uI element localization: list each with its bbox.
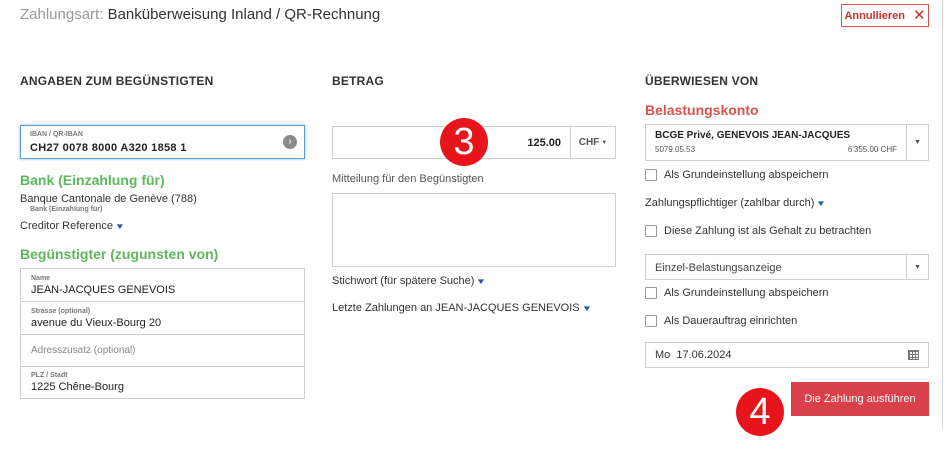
salary-label: Diese Zahlung ist als Gehalt zu betracht…: [664, 225, 872, 237]
debit-account-heading: Belastungskonto: [645, 102, 759, 118]
street-field[interactable]: Strasse (optional) avenue du Vieux-Bourg…: [21, 302, 304, 335]
caret-down-icon[interactable]: ▼: [906, 125, 928, 160]
salary-checkbox[interactable]: Diese Zahlung ist als Gehalt zu betracht…: [645, 225, 871, 237]
bank-heading: Bank (Einzahlung für): [20, 172, 165, 188]
save-default-checkbox-2[interactable]: Als Grundeinstellung abspeichern: [645, 287, 829, 299]
chevron-down-icon: ▼: [816, 199, 827, 208]
calendar-icon[interactable]: [908, 350, 919, 360]
last-payments-label: Letzte Zahlungen an JEAN-JACQUES GENEVOI…: [332, 302, 580, 314]
close-icon: ✕: [912, 7, 926, 24]
chevron-down-icon: ▼: [476, 277, 487, 286]
caret-down-icon: ▼: [601, 139, 608, 146]
payment-type-value: Banküberweisung Inland / QR-Rechnung: [107, 6, 381, 23]
step-marker-4: 4: [736, 388, 784, 436]
arrow-right-icon[interactable]: ›: [283, 135, 297, 149]
creditor-reference-label: Creditor Reference: [20, 220, 113, 232]
payer-toggle[interactable]: Zahlungspflichtiger (zahlbar durch) ▼: [645, 197, 827, 209]
keyword-toggle[interactable]: Stichwort (für spätere Suche) ▼: [332, 275, 487, 287]
scrollbar-edge: [942, 0, 943, 430]
page-title: Zahlungsart: Banküberweisung Inland / QR…: [20, 6, 380, 23]
account-balance: 6'355.00 CHF: [847, 145, 897, 154]
bank-name: Banque Cantonale de Genève (788): [20, 193, 197, 205]
standing-order-label: Als Dauerauftrag einrichten: [664, 315, 798, 327]
last-payments-toggle[interactable]: Letzte Zahlungen an JEAN-JACQUES GENEVOI…: [332, 302, 592, 314]
account-name: BCGE Privé, GENEVOIS JEAN-JACQUES: [655, 130, 851, 141]
currency-value: CHF: [578, 137, 600, 148]
message-textarea[interactable]: [332, 193, 616, 267]
execution-date-input[interactable]: Mo 17.06.2024: [645, 342, 929, 368]
date-value: Mo 17.06.2024: [655, 349, 732, 361]
chevron-down-icon: ▼: [581, 304, 592, 313]
zip-value: 1225 Chêne-Bourg: [31, 381, 124, 393]
name-label: Name: [31, 275, 51, 282]
amount-section-title: BETRAG: [332, 74, 384, 88]
iban-value: CH27 0078 8000 A320 1858 1: [30, 142, 187, 154]
cancel-button[interactable]: Annullieren ✕: [841, 4, 929, 27]
address-extra-placeholder: Adresszusatz (optional): [31, 345, 136, 356]
bank-sublabel: Bank (Einzahlung für): [30, 206, 103, 213]
beneficiary-heading: Begünstigter (zugunsten von): [20, 246, 219, 262]
debit-display-select[interactable]: Einzel-Belastungsanzeige ▼: [645, 254, 929, 280]
name-value: JEAN-JACQUES GENEVOIS: [31, 284, 176, 296]
cancel-button-label: Annullieren: [844, 9, 905, 22]
checkbox-icon[interactable]: [645, 169, 657, 181]
payment-type-label: Zahlungsart:: [20, 6, 104, 23]
street-value: avenue du Vieux-Bourg 20: [31, 317, 162, 329]
chevron-down-icon: ▼: [114, 222, 126, 231]
checkbox-icon[interactable]: [645, 315, 657, 327]
checkbox-icon[interactable]: [645, 225, 657, 237]
caret-down-icon[interactable]: ▼: [906, 255, 928, 279]
debit-account-select[interactable]: BCGE Privé, GENEVOIS JEAN-JACQUES 5079.0…: [645, 124, 929, 161]
currency-select[interactable]: CHF ▼: [570, 127, 615, 158]
amount-value: 125.00: [527, 137, 561, 149]
address-extra-field[interactable]: Adresszusatz (optional): [21, 335, 304, 367]
message-label: Mitteilung für den Begünstigten: [332, 173, 484, 185]
transfer-from-section-title: ÜBERWIESEN VON: [645, 74, 759, 88]
name-field[interactable]: Name JEAN-JACQUES GENEVOIS: [21, 269, 304, 302]
checkbox-icon[interactable]: [645, 287, 657, 299]
beneficiary-address-fields: Name JEAN-JACQUES GENEVOIS Strasse (opti…: [20, 268, 305, 399]
street-label: Strasse (optional): [31, 308, 91, 315]
iban-label: IBAN / QR-IBAN: [30, 131, 83, 138]
standing-order-checkbox[interactable]: Als Dauerauftrag einrichten: [645, 315, 797, 327]
debit-display-value: Einzel-Belastungsanzeige: [655, 262, 782, 274]
step-marker-3: 3: [440, 118, 488, 166]
payer-label: Zahlungspflichtiger (zahlbar durch): [645, 197, 815, 209]
zip-city-field[interactable]: PLZ / Stadt 1225 Chêne-Bourg: [21, 367, 304, 398]
save-default-label-2: Als Grundeinstellung abspeichern: [664, 287, 829, 299]
beneficiary-section-title: ANGABEN ZUM BEGÜNSTIGTEN: [20, 74, 214, 88]
keyword-label: Stichwort (für spätere Suche): [332, 275, 475, 287]
account-number: 5079.05.53: [655, 145, 696, 154]
creditor-reference-toggle[interactable]: Creditor Reference ▼: [20, 220, 126, 232]
save-default-label-1: Als Grundeinstellung abspeichern: [664, 169, 829, 181]
iban-input[interactable]: IBAN / QR-IBAN CH27 0078 8000 A320 1858 …: [20, 125, 305, 159]
save-default-checkbox-1[interactable]: Als Grundeinstellung abspeichern: [645, 169, 829, 181]
execute-payment-button[interactable]: Die Zahlung ausführen: [791, 382, 929, 416]
zip-label: PLZ / Stadt: [31, 372, 68, 379]
